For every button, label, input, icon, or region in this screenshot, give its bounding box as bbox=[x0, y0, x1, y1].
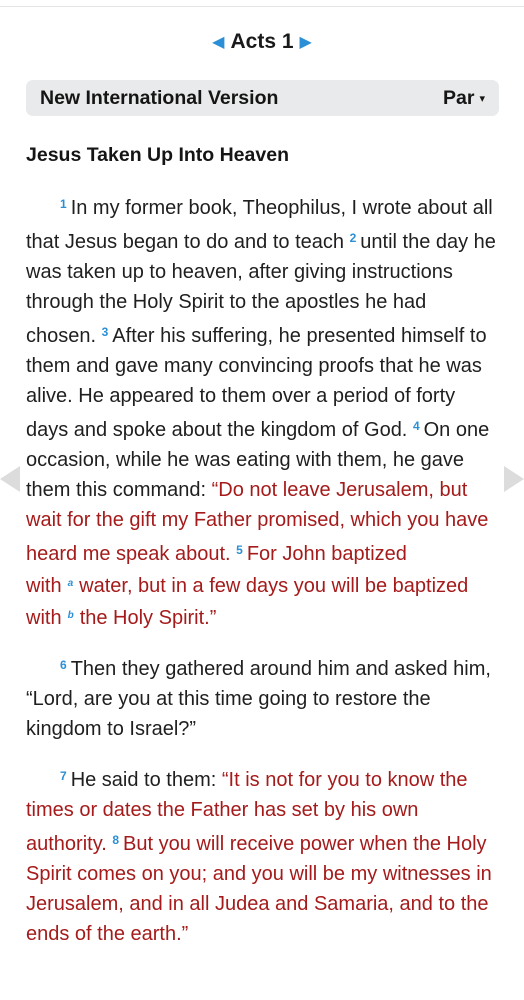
prev-chapter-icon[interactable]: ◀ bbox=[212, 32, 224, 52]
paragraph-3: 7 He said to them: “It is not for you to … bbox=[26, 761, 500, 949]
verse-number[interactable]: 3 bbox=[102, 325, 109, 339]
passage-content: Jesus Taken Up Into Heaven 1 In my former… bbox=[26, 140, 500, 966]
parallel-label: Par bbox=[443, 86, 475, 109]
footnote-marker[interactable]: a bbox=[68, 578, 74, 589]
verse-text: Then they gathered around him and asked … bbox=[26, 658, 491, 740]
verse-number[interactable]: 5 bbox=[236, 543, 243, 557]
verse-number[interactable]: 2 bbox=[350, 231, 357, 245]
verse-number[interactable]: 1 bbox=[60, 197, 67, 211]
section-heading: Jesus Taken Up Into Heaven bbox=[26, 144, 289, 166]
chapter-title[interactable]: Acts 1 bbox=[230, 30, 293, 54]
footnote-marker[interactable]: b bbox=[68, 610, 74, 621]
paragraph-1: 1 In my former book, Theophilus, I wrote … bbox=[26, 189, 500, 633]
verse-number[interactable]: 6 bbox=[60, 658, 67, 672]
top-divider bbox=[0, 6, 524, 7]
chevron-down-icon: ▾ bbox=[479, 92, 485, 105]
verse-text: He said to them: bbox=[70, 769, 222, 791]
words-of-jesus: the Holy Spirit.” bbox=[79, 607, 217, 629]
verse-number[interactable]: 7 bbox=[60, 769, 67, 783]
previous-chapter-arrow-icon[interactable] bbox=[0, 466, 20, 492]
version-selector[interactable]: New International Version bbox=[40, 87, 278, 110]
parallel-button[interactable]: Par ▾ bbox=[443, 87, 485, 110]
paragraph-2: 6 Then they gathered around him and asked… bbox=[26, 650, 500, 744]
verse-number[interactable]: 8 bbox=[112, 833, 119, 847]
verse-number[interactable]: 4 bbox=[413, 419, 420, 433]
next-chapter-icon[interactable]: ▶ bbox=[300, 32, 312, 52]
chapter-nav: ◀ Acts 1 ▶ bbox=[0, 30, 524, 54]
version-bar: New International Version Par ▾ bbox=[26, 80, 499, 116]
next-chapter-arrow-icon[interactable] bbox=[504, 466, 524, 492]
